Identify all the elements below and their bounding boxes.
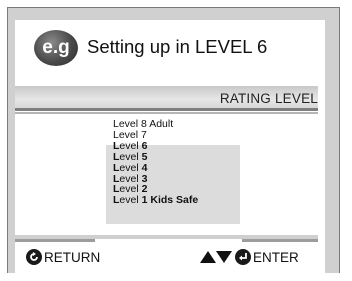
down-arrow-icon[interactable] bbox=[216, 251, 232, 263]
menu-title-divider-shadow bbox=[15, 112, 318, 114]
menu-title-divider bbox=[15, 108, 318, 111]
footer-band-right bbox=[242, 239, 318, 242]
level-item-1[interactable]: Level 1 Kids Safe bbox=[113, 195, 198, 206]
enter-label[interactable]: ENTER bbox=[253, 250, 299, 265]
return-icon bbox=[26, 249, 42, 265]
enter-icon bbox=[235, 249, 251, 265]
footer-band-left bbox=[15, 239, 95, 242]
eg-badge-label: e.g bbox=[42, 37, 70, 58]
navigation-controls[interactable]: ENTER bbox=[200, 249, 299, 265]
rating-level-list: Level 8 Adult Level 7 Level 6 Level 5 Le… bbox=[113, 119, 198, 206]
up-arrow-icon[interactable] bbox=[200, 251, 216, 263]
menu-title: RATING LEVEL bbox=[219, 91, 318, 106]
return-label: RETURN bbox=[44, 249, 101, 265]
eg-badge: e.g bbox=[34, 30, 78, 66]
return-button[interactable]: RETURN bbox=[26, 249, 100, 265]
page-title: Setting up in LEVEL 6 bbox=[87, 36, 268, 57]
